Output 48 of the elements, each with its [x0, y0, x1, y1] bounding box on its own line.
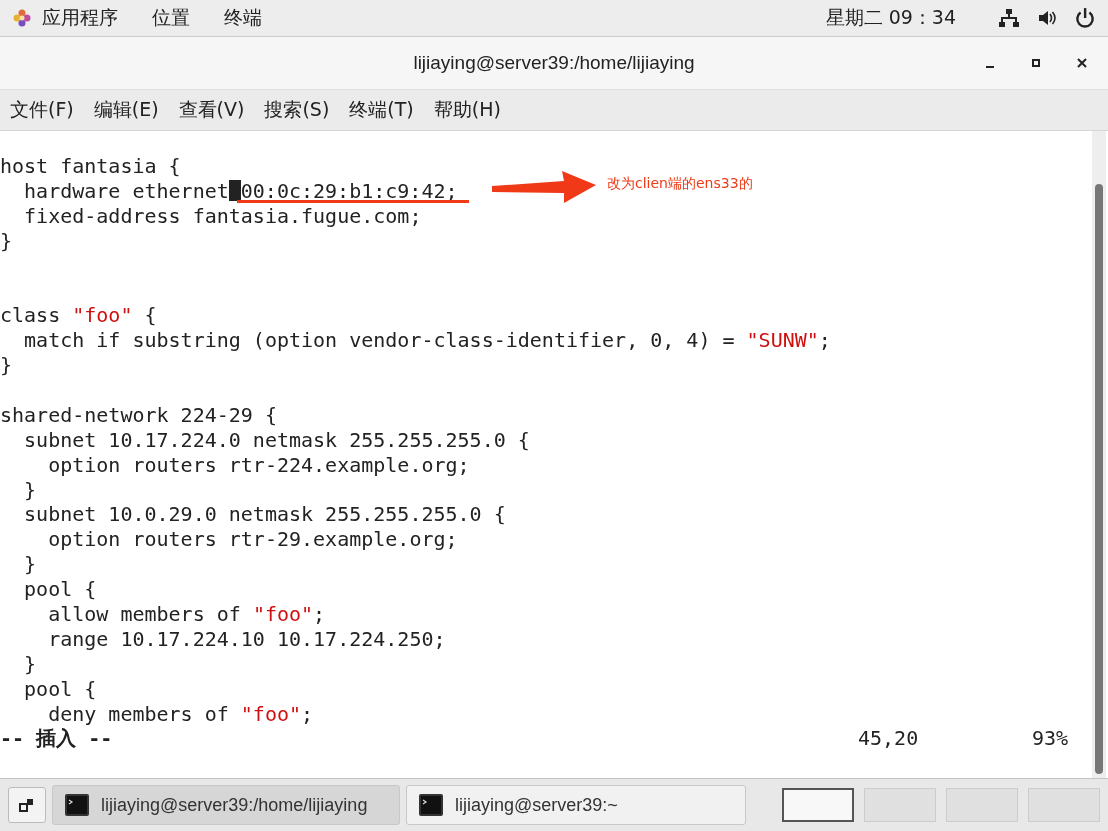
network-icon[interactable] — [998, 8, 1020, 28]
scrollbar[interactable] — [1092, 131, 1106, 778]
menu-item[interactable]: 终端(T) — [349, 97, 414, 123]
menu-item[interactable]: 文件(F) — [10, 97, 74, 123]
code-line: } — [23, 477, 37, 503]
code-line: pool { — [23, 577, 97, 603]
flower-logo-icon[interactable] — [12, 8, 32, 28]
code-line: } — [23, 552, 37, 578]
show-desktop-button[interactable] — [8, 787, 46, 823]
code-line: } — [0, 353, 13, 378]
code-line: } — [23, 651, 37, 677]
top-menu[interactable]: 终端 — [224, 5, 262, 31]
clock[interactable]: 星期二 09：34 — [825, 5, 956, 31]
code-line: range 10.17.224.10 10.17.224.250; — [47, 626, 446, 652]
task-button[interactable]: lijiaying@server39:~ — [406, 785, 746, 825]
menu-item[interactable]: 搜索(S) — [264, 97, 330, 123]
mode-indicator: -- 插入 -- — [0, 726, 114, 752]
code-line: option routers rtr-224.example.org; — [47, 452, 470, 478]
code-line: } — [0, 228, 13, 254]
code-line: host fantasia { — [0, 154, 181, 179]
task-button[interactable]: lijiaying@server39:/home/lijiaying — [52, 785, 400, 825]
code-line: shared-network 224-29 { — [0, 402, 277, 428]
code-line: class "foo" { — [0, 303, 157, 329]
code-line: option routers rtr-29.example.org; — [47, 527, 458, 553]
close-icon[interactable] — [1076, 57, 1088, 69]
window-title: lijiaying@server39:/home/lijiaying — [413, 52, 695, 74]
volume-icon[interactable] — [1036, 8, 1058, 28]
menu-item[interactable]: 编辑(E) — [93, 97, 159, 123]
menu-item[interactable]: 帮助(H) — [433, 97, 501, 123]
code-line: pool { — [23, 676, 97, 702]
power-icon[interactable] — [1074, 7, 1096, 29]
code-line: deny members of "foo"; — [47, 701, 314, 727]
maximize-icon[interactable] — [1030, 57, 1042, 69]
code-line: subnet 10.17.224.0 netmask 255.255.255.0 { — [23, 427, 530, 453]
scroll-percent: 93% — [1032, 726, 1069, 752]
menu-item[interactable]: 查看(V) — [178, 97, 245, 123]
code-line: allow members of "foo"; — [47, 602, 326, 627]
terminal-icon — [65, 794, 89, 816]
cursor-position: 45,20 — [858, 726, 920, 752]
top-menu[interactable]: 应用程序 — [42, 5, 118, 31]
terminal-icon — [419, 794, 443, 816]
windows-icon — [19, 797, 35, 813]
top-menu[interactable]: 位置 — [152, 5, 190, 31]
workspace-button[interactable] — [782, 788, 854, 822]
annotation-text: 改为clien端的ens33的 — [607, 175, 753, 193]
code-line: subnet 10.0.29.0 netmask 255.255.255.0 { — [23, 502, 506, 528]
code-line: fixed-address fantasia.fugue.com; — [23, 203, 422, 229]
code-line: match if substring (option vendor-class-identifier, 0, 4) = "SUNW"; — [23, 328, 831, 354]
